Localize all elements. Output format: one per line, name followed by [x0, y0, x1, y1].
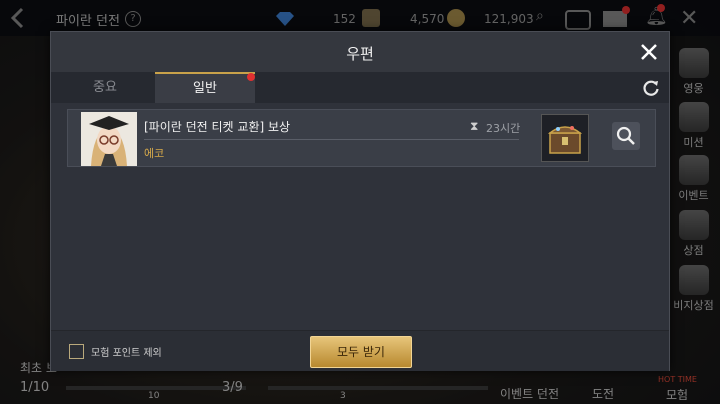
- tab-general-notification-dot: [247, 73, 255, 81]
- mail-list: [파이란 던전 티켓 교환] 보상 ⧗ 23시간 에코: [51, 103, 669, 330]
- mail-modal: 우편 중요 일반 [파이란 던전 티켓 교환] 보상 ⧗ 23시간 에코 모험 …: [50, 31, 670, 371]
- search-icon: [616, 126, 635, 145]
- modal-header: 우편: [51, 32, 669, 73]
- close-button[interactable]: [637, 40, 661, 64]
- close-icon: [641, 44, 657, 60]
- sender-avatar: [81, 112, 137, 166]
- mail-item[interactable]: [파이란 던전 티켓 교환] 보상 ⧗ 23시간 에코: [67, 109, 656, 167]
- tab-important[interactable]: 중요: [55, 72, 155, 103]
- receive-all-button[interactable]: 모두 받기: [310, 336, 412, 368]
- treasure-chest-icon[interactable]: [541, 114, 589, 162]
- tab-bar: 중요 일반: [51, 72, 669, 105]
- modal-footer: 모험 포인트 제외 모두 받기: [51, 330, 669, 371]
- refresh-button[interactable]: [641, 78, 661, 98]
- tab-general[interactable]: 일반: [155, 72, 255, 105]
- hourglass-icon: ⧗: [470, 119, 479, 133]
- exclude-adventure-points-checkbox[interactable]: [69, 344, 84, 359]
- mail-time-left: 23시간: [486, 122, 521, 135]
- mail-sender: 에코: [144, 147, 165, 160]
- modal-title: 우편: [346, 45, 374, 63]
- view-mail-button[interactable]: [612, 122, 640, 150]
- refresh-icon: [643, 80, 659, 96]
- mail-title: [파이란 던전 티켓 교환] 보상: [144, 120, 291, 134]
- exclude-adventure-points-label: 모험 포인트 제외: [91, 348, 162, 359]
- mail-divider: [144, 139, 519, 140]
